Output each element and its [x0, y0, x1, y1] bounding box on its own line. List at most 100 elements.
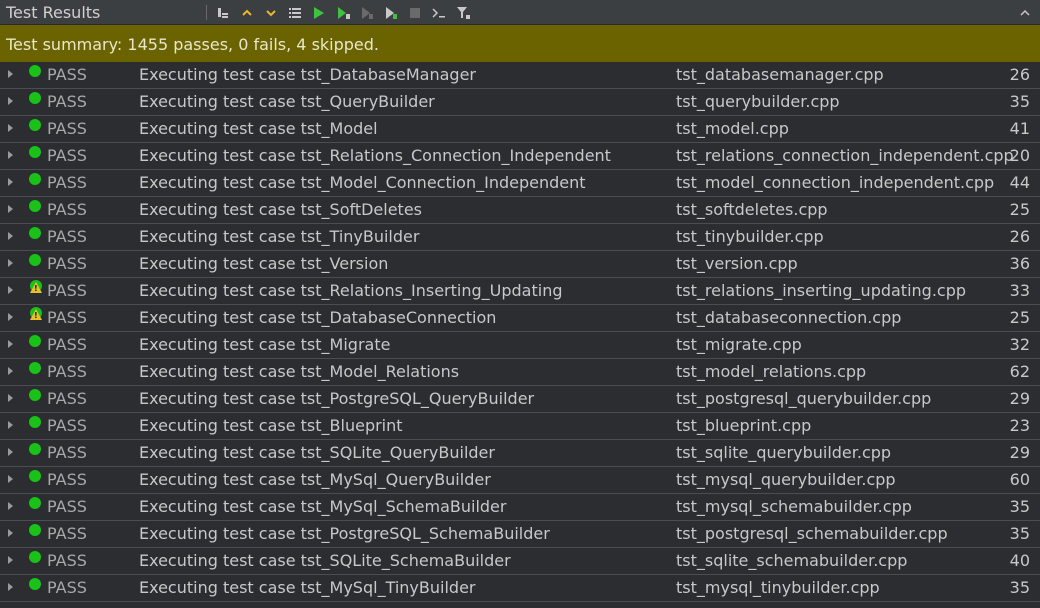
- pass-icon: [29, 173, 41, 185]
- pass-icon: [29, 470, 41, 482]
- expand-arrow-icon[interactable]: [8, 421, 13, 429]
- test-status: PASS: [47, 227, 87, 246]
- run-file-icon[interactable]: [382, 4, 400, 22]
- test-file: tst_softdeletes.cpp: [676, 200, 828, 219]
- test-result-row[interactable]: PASS Executing test case tst_DatabaseMana…: [0, 62, 1040, 89]
- test-line-number: 33: [1009, 281, 1030, 300]
- test-result-row[interactable]: PASS Executing test case tst_MySql_QueryB…: [0, 467, 1040, 494]
- expand-arrow-icon[interactable]: [8, 475, 13, 483]
- pass-icon: [29, 119, 41, 131]
- test-status: PASS: [47, 416, 87, 435]
- previous-arrow-icon[interactable]: [238, 4, 256, 22]
- expand-arrow-icon[interactable]: [8, 448, 13, 456]
- run-icon[interactable]: [310, 4, 328, 22]
- expand-arrow-icon[interactable]: [8, 151, 13, 159]
- expand-arrow-icon[interactable]: [8, 394, 13, 402]
- expand-arrow-icon[interactable]: [8, 340, 13, 348]
- test-file: tst_tinybuilder.cpp: [676, 227, 824, 246]
- expand-arrow-icon[interactable]: [8, 178, 13, 186]
- test-result-row[interactable]: ! PASS Executing test case tst_DatabaseCon…: [0, 305, 1040, 332]
- test-result-row[interactable]: PASS Executing test case tst_Model_Relati…: [0, 359, 1040, 386]
- test-result-row[interactable]: PASS Executing test case tst_Migrate tst_m…: [0, 332, 1040, 359]
- test-result-row[interactable]: PASS Executing test case tst_TinyBuilder t…: [0, 224, 1040, 251]
- expand-arrow-icon[interactable]: [8, 205, 13, 213]
- test-result-row[interactable]: PASS Executing test case tst_Version tst_v…: [0, 251, 1040, 278]
- filter-icon[interactable]: [454, 4, 472, 22]
- test-file: tst_mysql_schemabuilder.cpp: [676, 497, 912, 516]
- test-description: Executing test case tst_Relations_Insert…: [139, 281, 563, 300]
- expand-arrow-icon[interactable]: [8, 232, 13, 240]
- test-result-row[interactable]: PASS Executing test case tst_Model tst_mod…: [0, 116, 1040, 143]
- test-file: tst_databasemanager.cpp: [676, 65, 884, 84]
- test-status: PASS: [47, 65, 87, 84]
- test-line-number: 41: [1009, 119, 1030, 138]
- expand-arrow-icon[interactable]: [8, 529, 13, 537]
- expand-arrow-icon[interactable]: [8, 259, 13, 267]
- pass-icon: [29, 146, 41, 158]
- expand-arrow-icon[interactable]: [8, 583, 13, 591]
- test-status: PASS: [47, 551, 87, 570]
- test-file: tst_migrate.cpp: [676, 335, 802, 354]
- test-description: Executing test case tst_MySql_SchemaBuil…: [139, 497, 507, 516]
- test-file: tst_version.cpp: [676, 254, 798, 273]
- test-result-row[interactable]: PASS Executing test case tst_MySql_TinyBu…: [0, 575, 1040, 602]
- test-line-number: 35: [1009, 92, 1030, 111]
- test-line-number: 25: [1009, 308, 1030, 327]
- test-result-row[interactable]: PASS Executing test case tst_MySql_Schema…: [0, 494, 1040, 521]
- collapse-chevron-icon[interactable]: [1016, 4, 1034, 22]
- pass-icon: [29, 362, 41, 374]
- test-result-row[interactable]: PASS Executing test case tst_Model_Connec…: [0, 170, 1040, 197]
- test-description: Executing test case tst_SoftDeletes: [139, 200, 423, 219]
- test-result-row[interactable]: ! PASS Executing test case tst_Relations_I…: [0, 278, 1040, 305]
- test-line-number: 23: [1009, 416, 1030, 435]
- test-file: tst_sqlite_querybuilder.cpp: [676, 443, 892, 462]
- list-icon[interactable]: [286, 4, 304, 22]
- test-description: Executing test case tst_MySql_TinyBuilde…: [139, 578, 476, 597]
- test-line-number: 26: [1009, 227, 1030, 246]
- test-description: Executing test case tst_Model_Connection…: [139, 173, 586, 192]
- sort-icon[interactable]: [214, 4, 232, 22]
- test-status: PASS: [47, 254, 87, 273]
- test-status: PASS: [47, 443, 87, 462]
- expand-arrow-icon[interactable]: [8, 502, 13, 510]
- test-file: tst_postgresql_querybuilder.cpp: [676, 389, 932, 408]
- test-result-row[interactable]: PASS Executing test case tst_Relations_Co…: [0, 143, 1040, 170]
- test-line-number: 29: [1009, 389, 1030, 408]
- test-status: PASS: [47, 335, 87, 354]
- test-description: Executing test case tst_PostgreSQL_Schem…: [139, 524, 550, 543]
- test-result-row[interactable]: PASS Executing test case tst_PostgreSQL_Q…: [0, 386, 1040, 413]
- test-description: Executing test case tst_DatabaseConnecti…: [139, 308, 497, 327]
- test-result-row[interactable]: PASS Executing test case tst_SoftDeletes t…: [0, 197, 1040, 224]
- test-file: tst_model_relations.cpp: [676, 362, 867, 381]
- test-description: Executing test case tst_QueryBuilder: [139, 92, 435, 111]
- test-file: tst_relations_inserting_updating.cpp: [676, 281, 967, 300]
- expand-arrow-icon[interactable]: [8, 124, 13, 132]
- expand-arrow-icon[interactable]: [8, 556, 13, 564]
- test-file: tst_postgresql_schemabuilder.cpp: [676, 524, 948, 543]
- test-line-number: 35: [1009, 497, 1030, 516]
- expand-arrow-icon[interactable]: [8, 367, 13, 375]
- test-file: tst_databaseconnection.cpp: [676, 308, 902, 327]
- test-file: tst_model.cpp: [676, 119, 789, 138]
- test-line-number: 20: [1009, 146, 1030, 165]
- test-file: tst_querybuilder.cpp: [676, 92, 840, 111]
- next-arrow-icon[interactable]: [262, 4, 280, 22]
- expand-arrow-icon[interactable]: [8, 70, 13, 78]
- test-result-row[interactable]: PASS Executing test case tst_PostgreSQL_S…: [0, 521, 1040, 548]
- expand-arrow-icon[interactable]: [8, 97, 13, 105]
- test-description: Executing test case tst_Model: [139, 119, 378, 138]
- pass-icon: [29, 416, 41, 428]
- panel-titlebar: Test Results: [0, 0, 1040, 25]
- expand-arrow-icon[interactable]: [8, 286, 13, 294]
- test-result-row[interactable]: PASS Executing test case tst_QueryBuilder…: [0, 89, 1040, 116]
- terminal-icon[interactable]: [430, 4, 448, 22]
- test-result-row[interactable]: PASS Executing test case tst_SQLite_Query…: [0, 440, 1040, 467]
- test-result-row[interactable]: PASS Executing test case tst_SQLite_Schem…: [0, 548, 1040, 575]
- run-selected-icon[interactable]: [334, 4, 352, 22]
- test-status: PASS: [47, 497, 87, 516]
- test-status: PASS: [47, 524, 87, 543]
- test-result-row[interactable]: PASS Executing test case tst_Blueprint tst…: [0, 413, 1040, 440]
- test-status: PASS: [47, 92, 87, 111]
- test-description: Executing test case tst_TinyBuilder: [139, 227, 420, 246]
- expand-arrow-icon[interactable]: [8, 313, 13, 321]
